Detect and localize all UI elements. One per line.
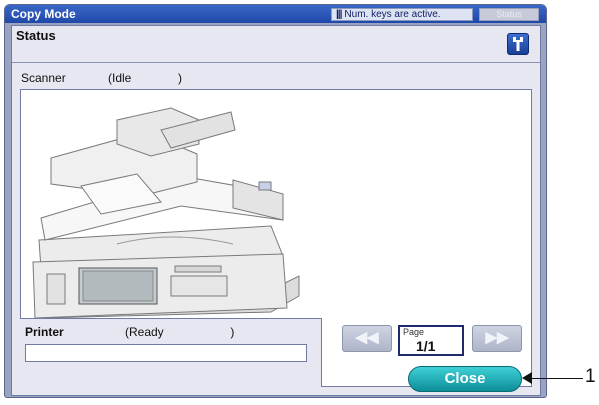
panel-title: Status (16, 28, 56, 43)
printer-state: (Ready ) (125, 325, 235, 339)
callout-number: 1 (585, 366, 596, 387)
num-keys-indicator: ||| Num. keys are active. (331, 8, 473, 21)
callout-line (528, 378, 583, 379)
fast-forward-icon: ▶▶ (485, 329, 509, 346)
printer-message-field (25, 344, 307, 362)
keypad-icon: ||| (336, 9, 342, 20)
status-button[interactable]: Status (479, 8, 539, 21)
num-keys-text: Num. keys are active. (344, 9, 441, 20)
page-caption: Page (403, 327, 425, 337)
printer-label: Printer (25, 325, 64, 339)
wrench-icon (513, 37, 523, 51)
page-indicator: Page 1/1 (398, 325, 464, 356)
previous-page-button[interactable]: ◀◀ (342, 325, 392, 352)
callout-arrow-icon (522, 372, 532, 384)
rewind-icon: ◀◀ (355, 329, 379, 346)
copy-mode-window: Copy Mode ||| Num. keys are active. Statu… (4, 4, 547, 398)
window-title: Copy Mode (11, 7, 76, 21)
printer-status-area: Printer (Ready ) (20, 318, 322, 387)
page-value: 1/1 (416, 338, 436, 354)
scanner-state: (Idle ) (108, 71, 183, 85)
panel-divider (12, 62, 540, 63)
close-button[interactable]: Close (408, 366, 522, 392)
scanner-label: Scanner (21, 71, 66, 85)
title-bar: Copy Mode ||| Num. keys are active. Statu… (5, 5, 546, 23)
tools-button[interactable] (507, 33, 529, 55)
status-panel: Status Scanner (Idle ) Printer (Ready) … (11, 25, 541, 396)
next-page-button[interactable]: ▶▶ (472, 325, 522, 352)
page-navigator: ◀◀ Page 1/1 ▶▶ (342, 325, 522, 356)
